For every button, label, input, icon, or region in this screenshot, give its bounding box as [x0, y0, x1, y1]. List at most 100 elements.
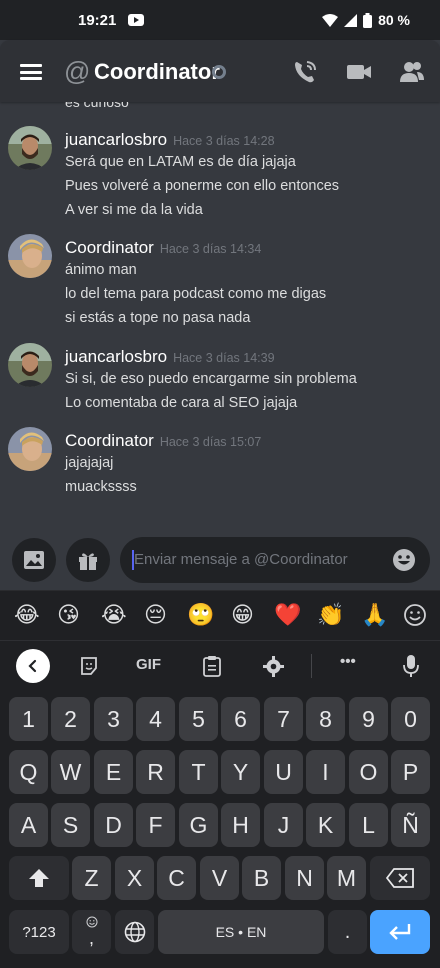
members-icon[interactable]	[398, 58, 426, 86]
key-9[interactable]: 9	[349, 697, 388, 741]
message-input-placeholder: Enviar mensaje a @Coordinator	[134, 551, 348, 568]
sticker-icon[interactable]	[79, 656, 99, 676]
wifi-icon	[322, 13, 339, 27]
emoji-suggestion[interactable]: 👏	[317, 603, 344, 628]
at-icon: @	[64, 56, 91, 86]
emoji-suggestion[interactable]: 🙏	[361, 603, 388, 628]
message-timestamp: Hace 3 días 14:39	[173, 351, 275, 365]
emoji-keyboard-icon[interactable]	[404, 604, 426, 626]
key-p[interactable]: P	[391, 750, 430, 794]
emoji-suggestion[interactable]: 😁	[231, 603, 254, 628]
key-f[interactable]: F	[136, 803, 175, 847]
key-a[interactable]: A	[9, 803, 48, 847]
key-r[interactable]: R	[136, 750, 175, 794]
key-0[interactable]: 0	[391, 697, 430, 741]
key-6[interactable]: 6	[221, 697, 260, 741]
avatar[interactable]	[8, 234, 52, 278]
avatar[interactable]	[8, 126, 52, 170]
key-3[interactable]: 3	[94, 697, 133, 741]
key-w[interactable]: W	[51, 750, 90, 794]
key-o[interactable]: O	[349, 750, 388, 794]
image-icon	[24, 551, 44, 569]
message-list[interactable]: es curioso juancarlosbro Hace 3 días 14:2…	[0, 102, 440, 528]
avatar[interactable]	[8, 427, 52, 471]
channel-header: @ Coordinator	[0, 40, 440, 102]
message-author[interactable]: Coordinator Hace 3 días 15:07	[65, 431, 261, 451]
period-key[interactable]: .	[328, 910, 367, 954]
key-c[interactable]: C	[157, 856, 196, 900]
on-screen-keyboard: GIF ••• 1 2 3 4 5 6 7 8 9 0 Q W E R T Y …	[0, 640, 440, 968]
language-key[interactable]	[115, 910, 154, 954]
emoji-suggestion[interactable]: ❤️	[274, 603, 301, 628]
key-h[interactable]: H	[221, 803, 260, 847]
status-bar: 19:21 80 %	[0, 0, 440, 40]
key-l[interactable]: L	[349, 803, 388, 847]
clipboard-icon[interactable]	[202, 655, 222, 677]
space-bar[interactable]: ES • EN	[158, 910, 324, 954]
backspace-key[interactable]	[370, 856, 430, 900]
key-7[interactable]: 7	[264, 697, 303, 741]
avatar[interactable]	[8, 343, 52, 387]
emoji-suggestion[interactable]: 🙄	[187, 603, 214, 628]
message-input[interactable]: Enviar mensaje a @Coordinator	[120, 537, 430, 583]
key-x[interactable]: X	[115, 856, 154, 900]
shift-key[interactable]	[9, 856, 69, 900]
emoji-small-icon	[86, 916, 97, 927]
key-n[interactable]: N	[285, 856, 324, 900]
gif-button[interactable]: GIF	[136, 656, 161, 673]
key-z[interactable]: Z	[72, 856, 111, 900]
message-line: Será que en LATAM es de día jajaja	[65, 154, 296, 170]
symbols-key[interactable]: ?123	[9, 910, 69, 954]
shift-arrow-icon	[29, 869, 49, 887]
gift-button[interactable]	[66, 538, 110, 582]
settings-gear-icon[interactable]	[263, 656, 284, 677]
key-g[interactable]: G	[179, 803, 218, 847]
key-5[interactable]: 5	[179, 697, 218, 741]
emoji-suggestion[interactable]: 😭	[101, 603, 127, 628]
key-b[interactable]: B	[242, 856, 281, 900]
status-time: 19:21	[78, 11, 117, 29]
key-v[interactable]: V	[200, 856, 239, 900]
key-n-tilde[interactable]: Ñ	[391, 803, 430, 847]
message-line: lo del tema para podcast como me digas	[65, 286, 327, 302]
more-options-button[interactable]: •••	[340, 653, 356, 670]
collapse-toolbar-button[interactable]	[16, 649, 50, 683]
channel-title[interactable]: Coordinator	[94, 59, 220, 85]
voice-call-icon[interactable]	[291, 58, 319, 86]
offline-status-icon	[212, 65, 226, 79]
key-q[interactable]: Q	[9, 750, 48, 794]
key-d[interactable]: D	[94, 803, 133, 847]
message-author[interactable]: juancarlosbro Hace 3 días 14:39	[65, 347, 275, 367]
emoji-suggestion[interactable]: 😂	[14, 603, 40, 628]
key-i[interactable]: I	[306, 750, 345, 794]
emoji-picker-icon[interactable]	[392, 548, 416, 572]
key-e[interactable]: E	[94, 750, 133, 794]
key-1[interactable]: 1	[9, 697, 48, 741]
backspace-icon	[386, 868, 414, 888]
video-call-icon[interactable]	[345, 58, 373, 86]
message-line: Si si, de eso puedo encargarme sin probl…	[65, 371, 357, 387]
image-upload-button[interactable]	[12, 538, 56, 582]
emoji-suggestion[interactable]: 😘	[57, 603, 80, 628]
enter-key[interactable]	[370, 910, 430, 954]
microphone-icon[interactable]	[403, 654, 419, 678]
message-line: muackssss	[65, 479, 137, 495]
message-composer: Enviar mensaje a @Coordinator	[0, 528, 440, 590]
key-8[interactable]: 8	[306, 697, 345, 741]
key-y[interactable]: Y	[221, 750, 260, 794]
key-2[interactable]: 2	[51, 697, 90, 741]
battery-icon	[363, 12, 373, 28]
key-4[interactable]: 4	[136, 697, 175, 741]
key-j[interactable]: J	[264, 803, 303, 847]
message-author[interactable]: juancarlosbro Hace 3 días 14:28	[65, 130, 275, 150]
key-k[interactable]: K	[306, 803, 345, 847]
message-author[interactable]: Coordinator Hace 3 días 14:34	[65, 238, 261, 258]
comma-key[interactable]: ,	[72, 910, 111, 954]
emoji-suggestion[interactable]: 😔	[144, 603, 167, 628]
key-m[interactable]: M	[327, 856, 366, 900]
menu-icon[interactable]	[20, 64, 42, 80]
battery-level: 80 %	[378, 12, 410, 28]
key-s[interactable]: S	[51, 803, 90, 847]
key-t[interactable]: T	[179, 750, 218, 794]
key-u[interactable]: U	[264, 750, 303, 794]
